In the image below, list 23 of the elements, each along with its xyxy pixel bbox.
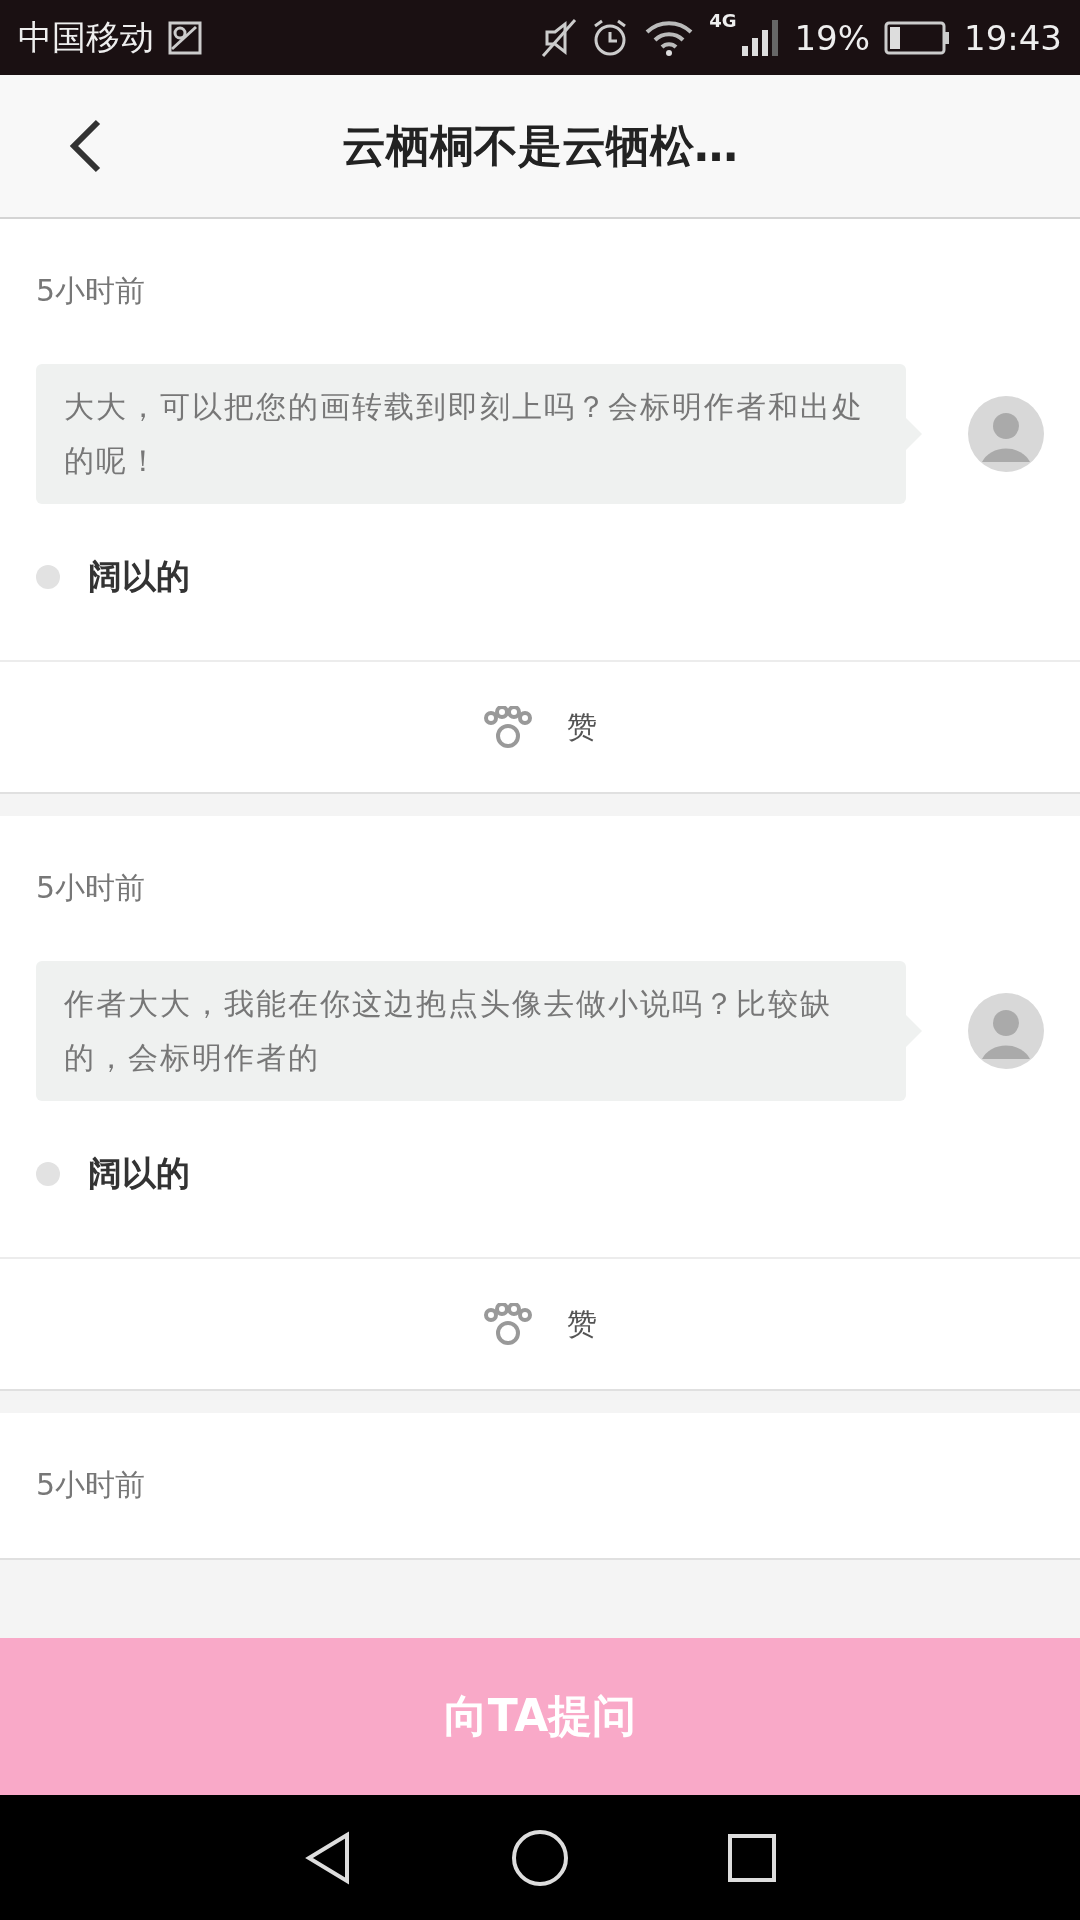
image-icon	[168, 20, 202, 55]
network-type: 4G	[709, 10, 737, 31]
page-title: 云栖桐不是云牺松…	[341, 118, 739, 173]
signal-icon	[740, 17, 781, 58]
answer-dot	[36, 565, 60, 589]
answer-dot	[36, 1162, 60, 1186]
square-icon[interactable]	[727, 1832, 777, 1883]
back-icon[interactable]	[68, 118, 102, 174]
paw-icon	[483, 1303, 533, 1345]
battery-icon	[884, 20, 950, 55]
circle-icon[interactable]	[511, 1828, 569, 1887]
mute-icon	[541, 17, 578, 58]
post-time: 5小时前	[36, 1466, 147, 1504]
post-time: 5小时前	[36, 869, 147, 907]
answer-text: 阔以的	[88, 1152, 190, 1195]
post-time: 5小时前	[36, 272, 147, 310]
paw-icon	[483, 706, 533, 748]
question-bubble: 大大，可以把您的画转载到即刻上吗？会标明作者和出处的呢！	[36, 364, 906, 504]
question-bubble: 作者大大，我能在你这边抱点头像去做小说吗？比较缺的，会标明作者的	[36, 961, 906, 1101]
carrier-name: 中国移动	[18, 15, 154, 59]
clock: 19:43	[964, 17, 1062, 58]
battery-level: 19%	[794, 17, 870, 58]
answer-text: 阔以的	[88, 555, 190, 598]
